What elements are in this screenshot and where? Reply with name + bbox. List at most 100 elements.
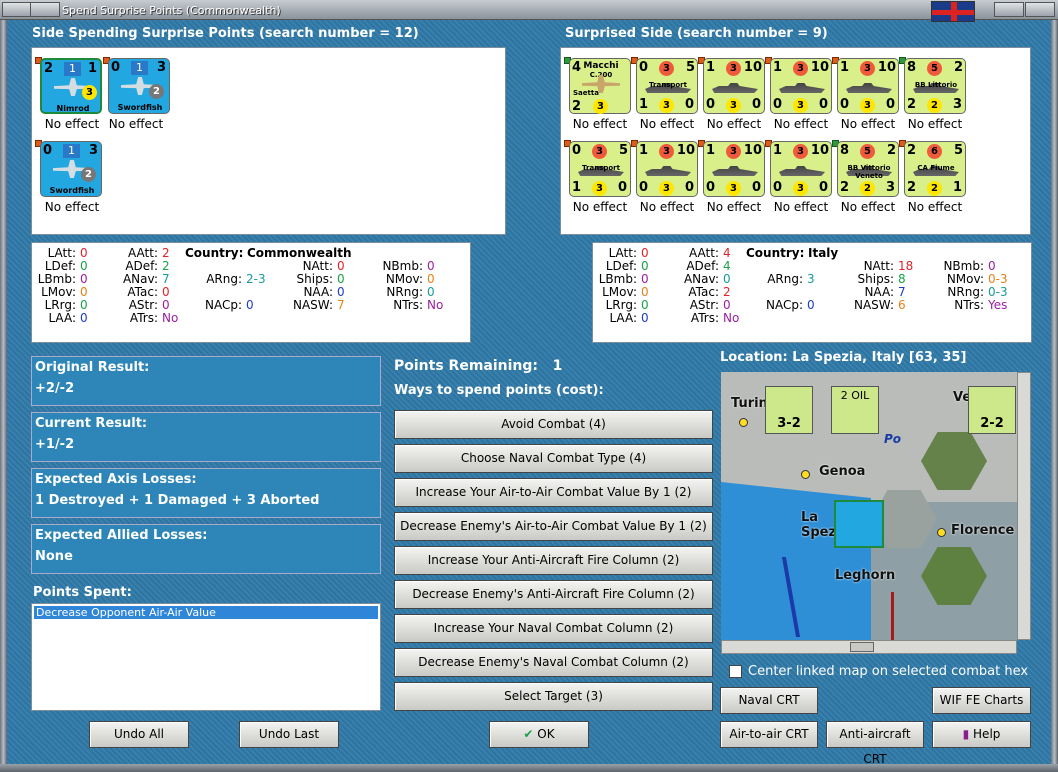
unit-name: Swordfish [117,103,163,112]
spend-option-button[interactable]: Decrease Enemy's Anti-Aircraft Fire Colu… [394,580,713,609]
oil-counter[interactable]: 2 OIL [831,386,879,434]
stat-value-ships: 0 [337,272,345,286]
spend-option-button[interactable]: Select Target (3) [394,682,713,711]
enemy-unit-counter[interactable]: 1 3 10 0 3 0 [770,141,832,197]
enemy-unit-counter[interactable]: 1 3 10 0 3 0 [770,58,832,114]
help-button[interactable]: ▮ Help [932,721,1031,748]
enemy-unit-counter[interactable]: 0 3 5 Transport 1 3 0 [636,58,698,114]
spend-option-button[interactable]: Increase Your Anti-Aircraft Fire Column … [394,546,713,575]
location-label: Location: La Spezia, Italy [63, 35] [720,350,967,365]
unit-stat: 8 [840,143,850,158]
enemy-unit-counter[interactable]: 0 3 5 Transport 1 3 0 [569,141,631,197]
stat-label-arng: ARng: [206,272,242,286]
uk-flag-icon [931,1,975,22]
unit-stat: 0 [773,180,783,195]
unit-stat: 5 [860,144,875,159]
stat-label-adef: ADef: [686,259,719,273]
stat-label-lrrg: LRrg: [605,298,637,312]
stat-value-atac: 0 [162,285,170,299]
spend-option-button[interactable]: Decrease Enemy's Air-to-Air Combat Value… [394,512,713,541]
stat-label-ldef: LDef: [605,259,637,273]
unit-stat: 3 [659,61,674,76]
scroll-thumb[interactable] [850,642,874,652]
center-map-checkbox[interactable] [729,665,742,678]
unit-name: BB Vittorio Veneto [847,164,891,180]
unit-stat: 1 [773,143,783,158]
stat-value-ldef: 0 [641,259,649,273]
stat-label-nmov: NMov: [385,272,423,286]
spend-option-button[interactable]: Increase Your Naval Combat Column (2) [394,614,713,643]
restore-button[interactable] [994,2,1024,17]
minimize-button[interactable] [30,2,60,17]
stat-value-natt: 18 [898,259,914,273]
unit-name: Swordfish [49,186,95,195]
stat-value-atrs: No [723,311,740,325]
original-result-box: Original Result: +2/-2 [31,356,381,406]
unit-name: Transport [649,81,687,89]
stat-label-lbmb: LBmb: [37,272,76,286]
ok-button[interactable]: ✔ OK [489,721,589,748]
unit-stat: 2 [81,167,96,182]
axis-losses-value: 1 Destroyed + 1 Damaged + 3 Aborted [35,493,320,508]
enemy-unit-counter[interactable]: 1 3 10 0 3 0 [703,141,765,197]
enemy-unit-counter[interactable]: 2 6 5 CA Fiume 2 2 1 [904,141,966,197]
map-horizontal-scrollbar[interactable] [721,640,1017,654]
map-border-line [891,592,894,640]
country-value: Italy [808,246,839,260]
stat-label-ntrs: NTrs: [954,298,984,312]
army-counter[interactable]: 3-2 [765,386,813,434]
unit-counter-nimrod[interactable]: 2 1 1 3 Nimrod [40,58,102,114]
spend-option-button[interactable]: Decrease Enemy's Naval Combat Column (2) [394,648,713,677]
enemy-unit-counter[interactable]: 1 3 10 0 3 0 [703,58,765,114]
enemy-unit-counter[interactable]: 8 5 2 BB Littorio 2 2 3 [904,58,966,114]
stat-label-ships: Ships: [296,272,333,286]
enemy-unit-counter[interactable]: 8 5 2 BB Vittorio Veneto 2 2 3 [837,141,899,197]
points-spent-item[interactable]: Decrease Opponent Air-Air Value [34,606,378,619]
axis-losses-label: Expected Axis Losses: [35,472,197,487]
points-spent-list[interactable]: Decrease Opponent Air-Air Value [31,603,381,711]
army-counter[interactable]: 2-2 [968,386,1016,434]
stat-label-laa: LAA: [48,311,76,325]
enemy-unit-counter[interactable]: 1 3 10 0 3 0 [636,141,698,197]
map-town-florence: Florence [951,523,1015,538]
unit-stat: 0 [639,180,649,195]
stat-value-arng: 3 [807,272,815,286]
stat-label-atac: ATac: [127,285,158,299]
undo-all-button[interactable]: Undo All [89,721,189,748]
unit-stat: 3 [593,99,608,114]
stat-value-laa: 0 [641,311,649,325]
nimrod-map-counter[interactable] [834,500,884,548]
map-river-po: Po [884,432,902,446]
naval-crt-button[interactable]: Naval CRT [720,687,818,714]
surprised-side-header: Surprised Side (search number = 9) [565,26,828,41]
stat-label-atrs: ATrs: [129,311,158,325]
stat-value-latt: 0 [80,246,88,260]
unit-counter-swordfish[interactable]: 0 1 3 2 Swordfish [108,58,170,114]
current-result-value: +1/-2 [35,437,75,452]
spend-option-button[interactable]: Choose Naval Combat Type (4) [394,444,713,473]
stat-value-nasw: 7 [337,298,345,312]
spend-option-button[interactable]: Avoid Combat (4) [394,410,713,439]
enemy-unit-counter[interactable]: 4 Macchi C.200 Saetta 2 3 [569,58,631,114]
enemy-unit-counter[interactable]: 1 3 10 0 3 0 [837,58,899,114]
unit-name: CA Fiume [917,164,955,172]
stat-value-atrs: No [162,311,179,325]
system-menu-button[interactable] [2,2,32,17]
spend-option-button[interactable]: Increase Your Air-to-Air Combat Value By… [394,478,713,507]
anti-aircraft-crt-button[interactable]: Anti-aircraft CRT [826,721,924,766]
unit-stat: 0 [43,143,53,158]
undo-last-button[interactable]: Undo Last [239,721,339,748]
map-vertical-scrollbar[interactable] [1017,372,1031,640]
title-bar: Spend Surprise Points (Commonwealth) [0,0,1058,22]
stat-value-anav: 7 [162,272,170,286]
unit-stat: 1 [706,60,716,75]
close-button[interactable] [1025,2,1055,17]
oil-label: 2 OIL [840,389,870,402]
stat-label-lmov: LMov: [602,285,637,299]
allied-losses-label: Expected Allied Losses: [35,528,208,543]
wif-fe-charts-button[interactable]: WIF FE Charts [932,687,1031,714]
unit-stat: 0 [706,97,716,112]
air-to-air-crt-button[interactable]: Air-to-air CRT [720,721,818,748]
unit-counter-swordfish[interactable]: 0 1 3 2 Swordfish [40,141,102,197]
linked-map[interactable]: Turin Genoa La Spezia Florence Leghorn V… [721,372,1017,640]
